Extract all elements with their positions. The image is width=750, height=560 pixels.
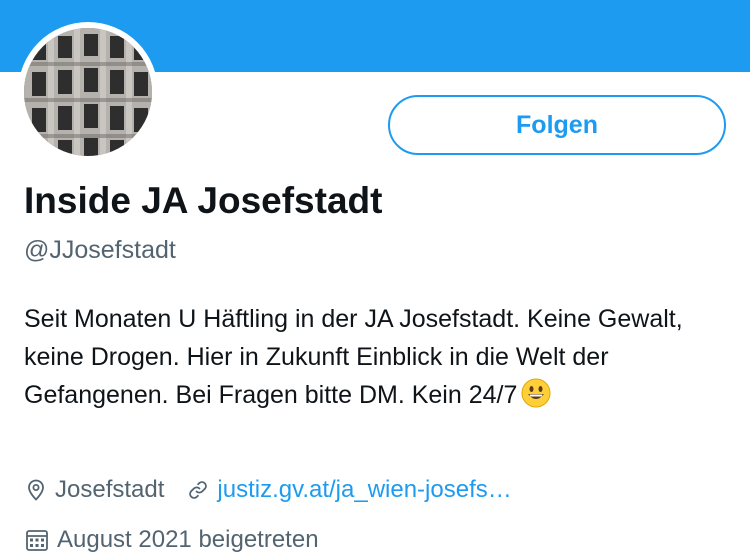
avatar-image [24,28,152,156]
profile-bio: Seit Monaten U Häftling in der JA Josefs… [24,300,734,419]
link-icon [189,481,208,499]
follow-button[interactable]: Folgen [388,95,726,155]
follow-button-label: Folgen [516,110,598,139]
profile-handle: @JJosefstadt [24,236,176,264]
location-pin-icon [28,479,44,501]
avatar-ring [18,22,158,162]
display-name: Inside JA Josefstadt [24,180,383,221]
location-text: Josefstadt [55,476,165,503]
website-item[interactable]: justiz.gv.at/ja_wien-josefs… [186,476,512,504]
calendar-icon [26,530,48,551]
joined-text: August 2021 beigetreten [57,526,319,553]
grinning-face-emoji [521,378,551,419]
bio-text: Seit Monaten U Häftling in der JA Josefs… [24,305,683,409]
joined-item: August 2021 beigetreten [24,526,319,554]
avatar[interactable] [24,28,152,156]
location-item: Josefstadt [24,476,164,504]
profile-join-row: August 2021 beigetreten [24,526,341,554]
profile-page: Folgen Inside JA Josefstadt @JJosefstadt… [0,0,750,560]
website-link[interactable]: justiz.gv.at/ja_wien-josefs… [217,476,511,504]
profile-meta-row: Josefstadt justiz.gv.at/ja_wien-josefs… [24,476,534,504]
